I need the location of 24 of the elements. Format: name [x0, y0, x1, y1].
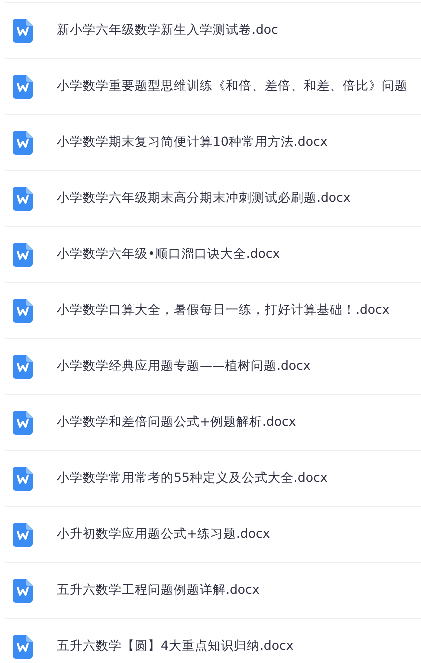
document-icon: [13, 298, 33, 322]
file-name[interactable]: 小学数学六年级期末高分期末冲刺测试必刷题.docx: [57, 190, 351, 207]
file-name[interactable]: 小学数学和差倍问题公式+例题解析.docx: [57, 414, 296, 431]
file-name[interactable]: 小学数学重要题型思维训练《和倍、差倍、和差、倍比》问题: [57, 78, 408, 95]
document-icon: [13, 18, 33, 42]
file-name[interactable]: 小学数学口算大全，暑假每日一练，打好计算基础！.docx: [57, 302, 390, 319]
document-icon: [13, 186, 33, 210]
file-name[interactable]: 小学数学期末复习简便计算10种常用方法.docx: [57, 134, 328, 151]
document-icon: [13, 522, 33, 546]
document-icon: [13, 74, 33, 98]
document-icon: [13, 242, 33, 266]
file-name[interactable]: 新小学六年级数学新生入学测试卷.doc: [57, 22, 278, 39]
file-name[interactable]: 小升初数学应用题公式+练习题.docx: [57, 526, 270, 543]
document-icon: [13, 466, 33, 490]
document-icon: [13, 410, 33, 434]
document-icon: [13, 578, 33, 602]
file-name[interactable]: 五升六数学【圆】4大重点知识归纳.docx: [57, 638, 294, 655]
document-icon: [13, 354, 33, 378]
file-name[interactable]: 五升六数学工程问题例题详解.docx: [57, 582, 260, 599]
document-icon: [13, 130, 33, 154]
document-icon: [13, 634, 33, 658]
file-name[interactable]: 小学数学六年级•顺口溜口诀大全.docx: [57, 246, 280, 263]
file-name[interactable]: 小学数学经典应用题专题——植树问题.docx: [57, 358, 311, 375]
file-name[interactable]: 小学数学常用常考的55种定义及公式大全.docx: [57, 470, 328, 487]
